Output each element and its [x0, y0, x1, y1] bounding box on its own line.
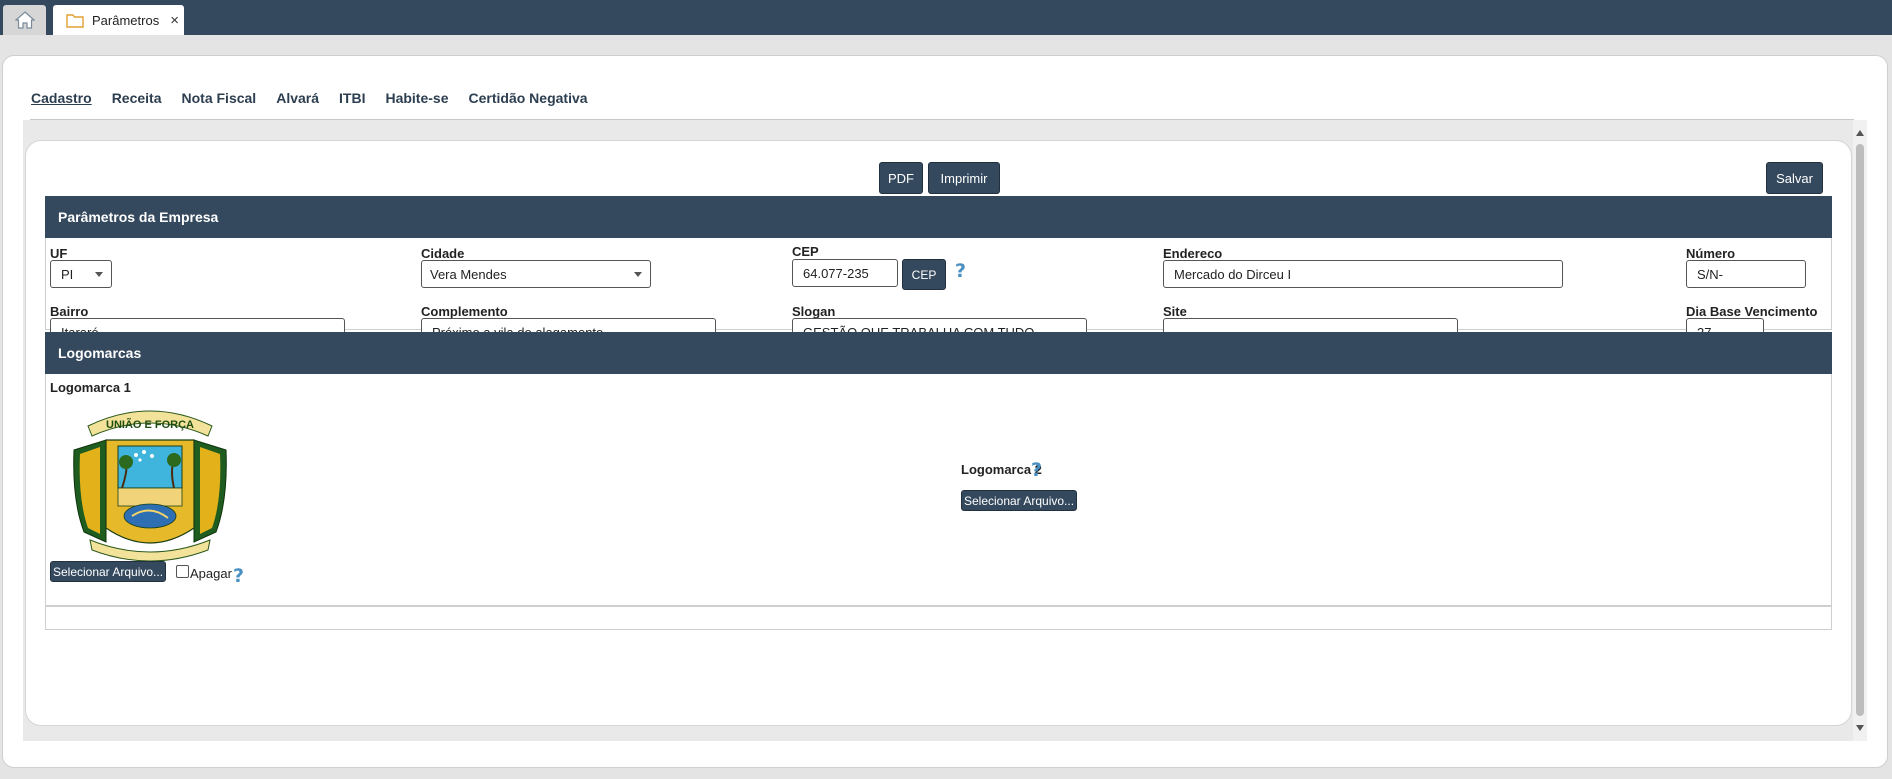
scroll-thumb[interactable]	[1856, 144, 1864, 716]
home-tab[interactable]	[3, 5, 46, 35]
bairro-label: Bairro	[50, 304, 89, 319]
content-scroll-area: PDF Imprimir Salvar Parâmetros da Empres…	[23, 120, 1867, 741]
nav-item-nota-fiscal[interactable]: Nota Fiscal	[182, 90, 257, 106]
chevron-down-icon	[634, 272, 642, 277]
form-card: PDF Imprimir Salvar Parâmetros da Empres…	[25, 140, 1852, 726]
numero-input[interactable]: S/N-	[1686, 260, 1806, 288]
tab-parametros-label: Parâmetros	[92, 12, 160, 28]
cep-help-icon[interactable]: ?	[955, 260, 966, 282]
logomarcas-footer-row	[45, 606, 1832, 630]
logo2-label: Logomarca 2	[961, 462, 1042, 477]
folder-icon	[66, 13, 84, 28]
cep-lookup-button[interactable]: CEP	[902, 259, 946, 290]
nav-item-itbi[interactable]: ITBI	[339, 90, 365, 106]
nav-item-alvara[interactable]: Alvará	[276, 90, 319, 106]
home-icon	[14, 11, 35, 29]
cep-input[interactable]: 64.077-235	[792, 259, 898, 287]
save-button[interactable]: Salvar	[1766, 162, 1823, 194]
chevron-down-icon	[95, 272, 103, 277]
logo1-select-file-button[interactable]: Selecionar Arquivo...	[50, 561, 166, 582]
pdf-button[interactable]: PDF	[879, 162, 923, 194]
complemento-label: Complemento	[421, 304, 508, 319]
logo2-select-file-button[interactable]: Selecionar Arquivo...	[961, 490, 1077, 511]
cidade-label: Cidade	[421, 246, 465, 261]
main-panel: Cadastro Receita Nota Fiscal Alvará ITBI…	[2, 55, 1888, 768]
endereco-label: Endereco	[1163, 246, 1223, 261]
module-nav: Cadastro Receita Nota Fiscal Alvará ITBI…	[31, 90, 588, 106]
endereco-input[interactable]: Mercado do Dirceu I	[1163, 260, 1563, 288]
logo1-emblem-image: UNIÃO E FORÇA	[73, 410, 227, 562]
cidade-value: Vera Mendes	[430, 266, 507, 282]
print-button[interactable]: Imprimir	[928, 162, 1000, 194]
logo1-delete-label: Apagar	[190, 566, 232, 581]
endereco-value: Mercado do Dirceu I	[1174, 266, 1292, 282]
logo1-label: Logomarca 1	[50, 380, 131, 395]
scroll-down-icon[interactable]	[1856, 725, 1864, 731]
slogan-label: Slogan	[792, 304, 836, 319]
numero-value: S/N-	[1697, 266, 1723, 282]
logomarcas-section-header: Logomarcas	[45, 332, 1832, 374]
nav-item-certidao-negativa[interactable]: Certidão Negativa	[469, 90, 588, 106]
logomarcas-section-body: Logomarca 1 UNIÃO E FORÇA Selecionar Arq…	[45, 374, 1832, 606]
logo2-help-icon[interactable]: ?	[1031, 459, 1042, 481]
uf-value: PI	[61, 266, 74, 282]
dia-base-label: Dia Base Vencimento	[1686, 304, 1818, 319]
top-tab-bar: Parâmetros ×	[0, 0, 1892, 35]
logo1-help-icon[interactable]: ?	[233, 565, 244, 587]
cep-label: CEP	[792, 244, 819, 259]
uf-select[interactable]: PI	[50, 260, 112, 288]
scroll-up-icon[interactable]	[1856, 130, 1864, 136]
numero-label: Número	[1686, 246, 1736, 261]
close-icon[interactable]: ×	[170, 13, 179, 28]
logo1-emblem-motto: UNIÃO E FORÇA	[106, 418, 194, 431]
logo1-delete-checkbox[interactable]	[176, 565, 189, 578]
site-label: Site	[1163, 304, 1187, 319]
tab-parametros[interactable]: Parâmetros ×	[53, 5, 184, 35]
empresa-section-body: UF PI Cidade Vera Mendes CEP 64.077-235 …	[45, 238, 1832, 346]
nav-item-receita[interactable]: Receita	[112, 90, 162, 106]
empresa-section-header: Parâmetros da Empresa	[45, 196, 1832, 238]
nav-item-cadastro[interactable]: Cadastro	[31, 90, 92, 106]
cidade-select[interactable]: Vera Mendes	[421, 260, 651, 288]
cep-value: 64.077-235	[803, 265, 869, 281]
uf-label: UF	[50, 246, 68, 261]
nav-item-habite-se[interactable]: Habite-se	[385, 90, 448, 106]
vertical-scrollbar[interactable]	[1853, 120, 1867, 741]
